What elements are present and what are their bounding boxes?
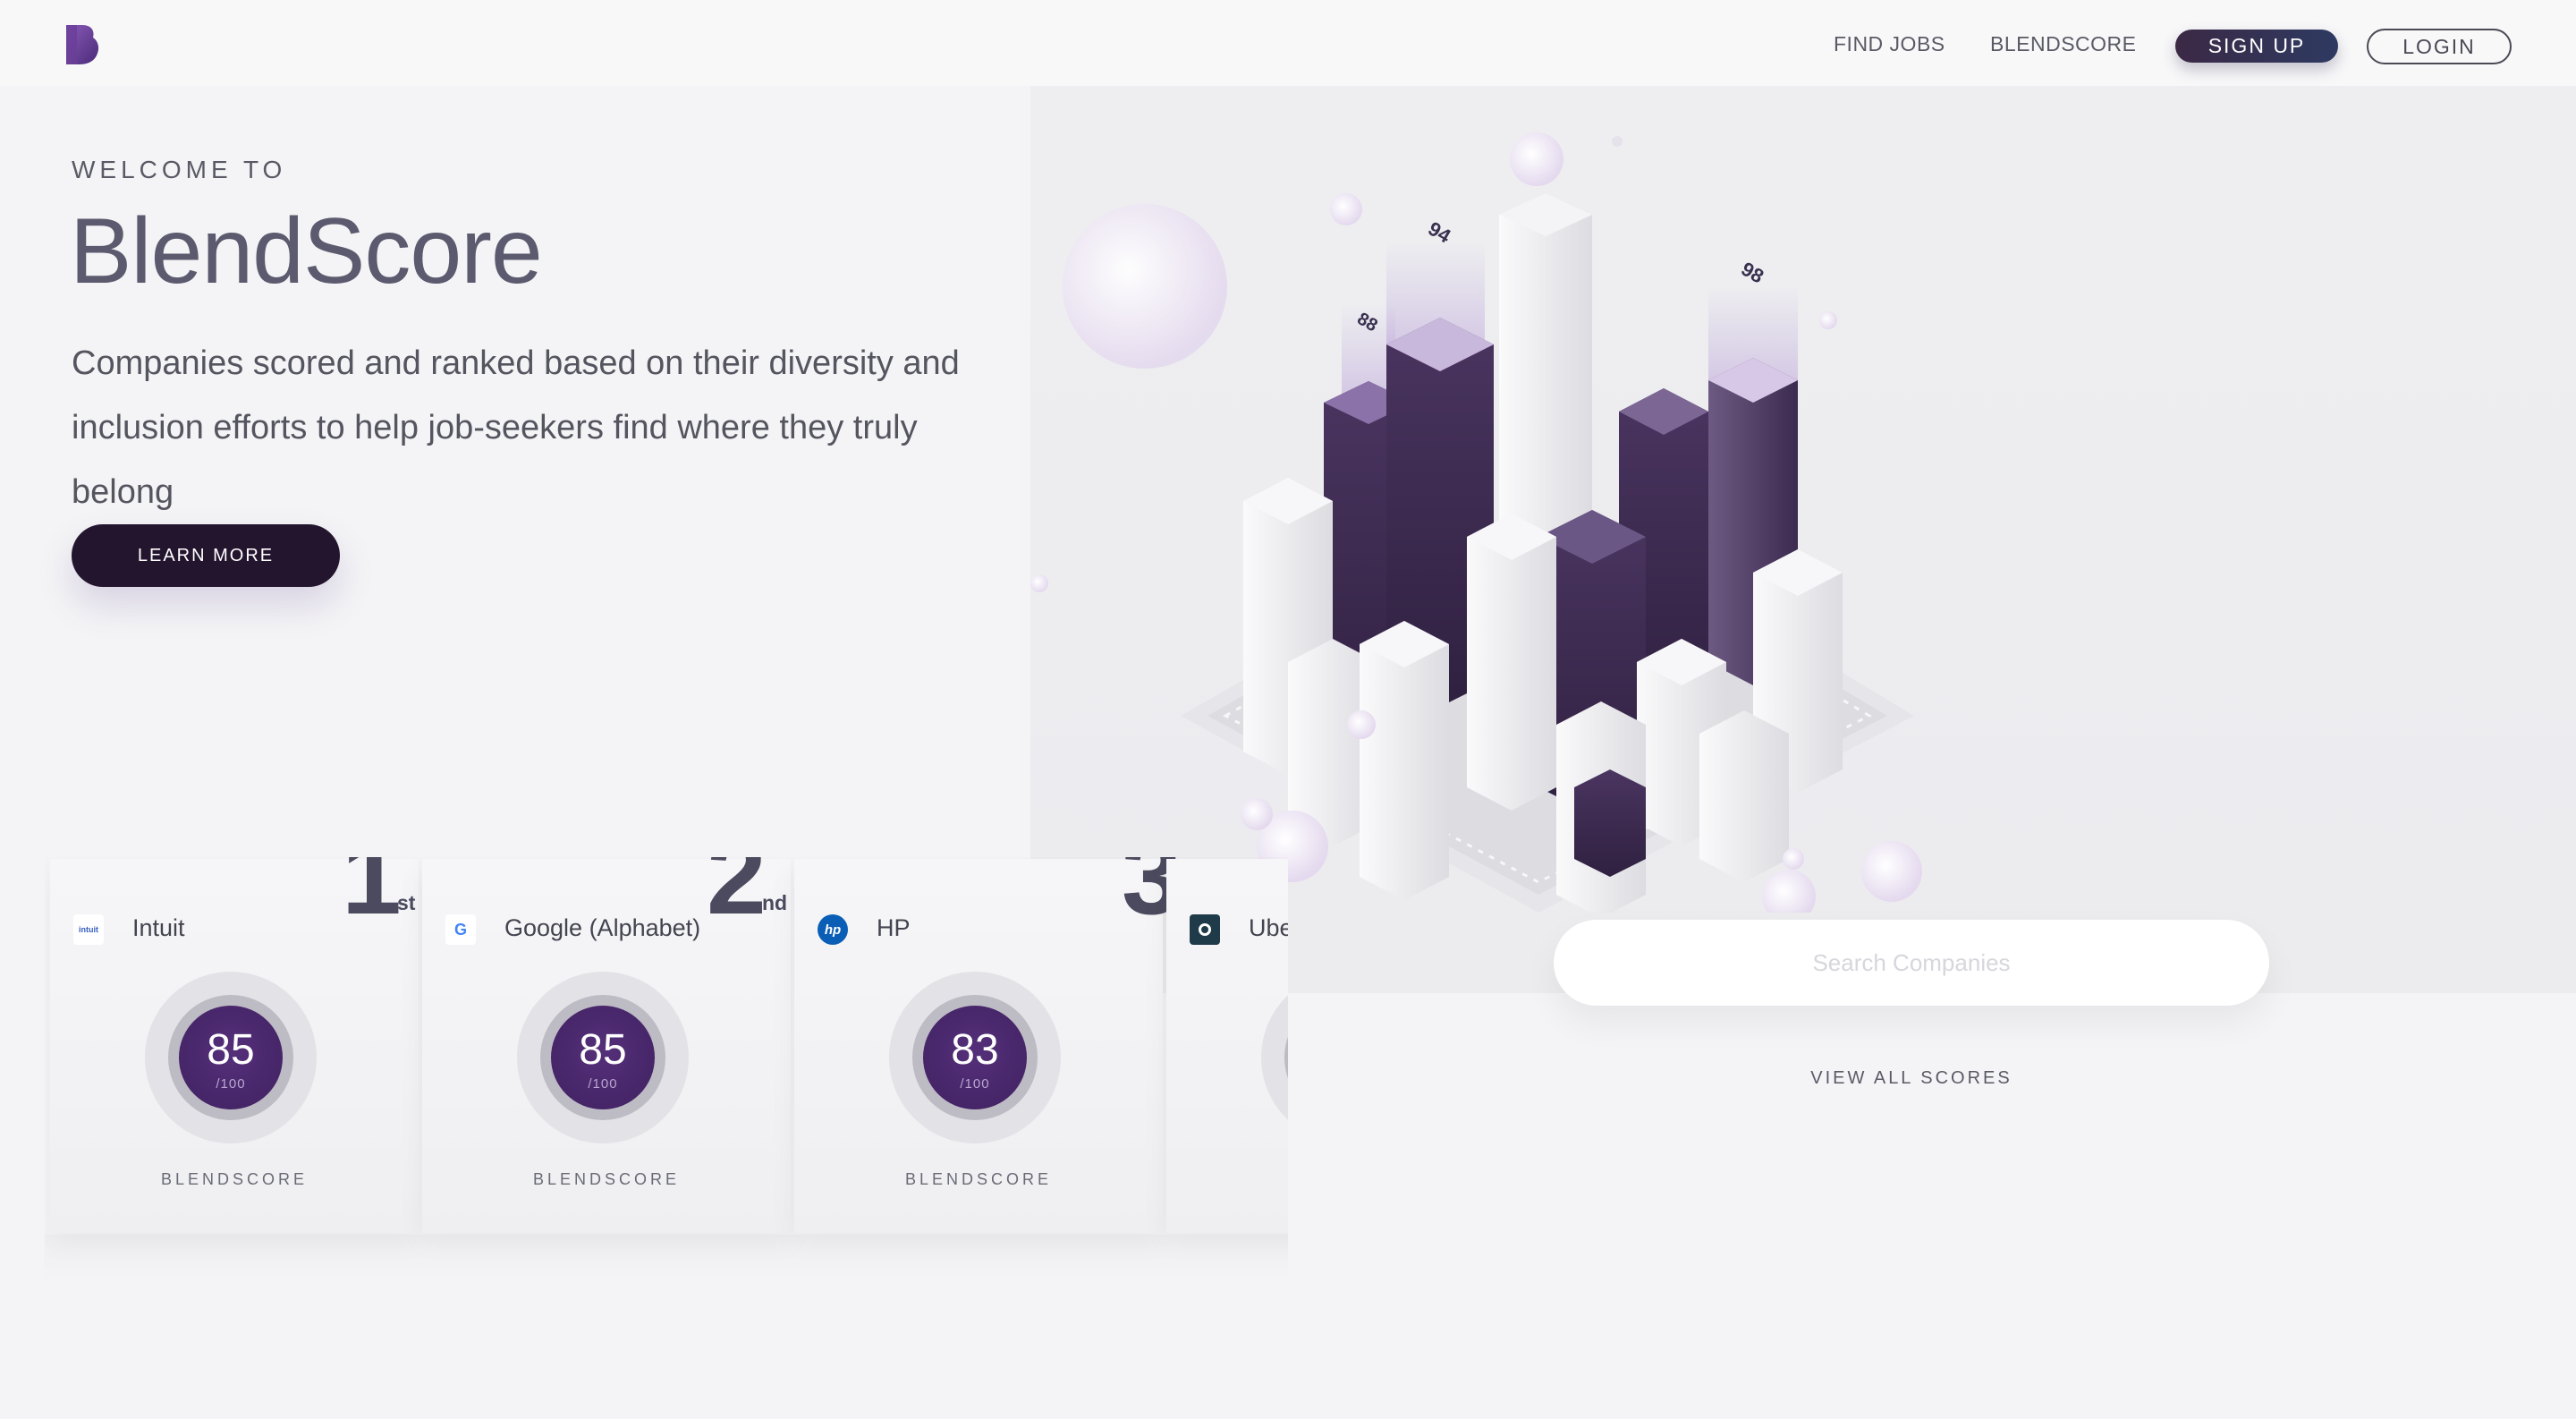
- score-ring: 85 /100: [145, 972, 317, 1143]
- hero-subtitle: Companies scored and ranked based on the…: [72, 344, 960, 511]
- score-ring: [1261, 972, 1288, 1143]
- score-ring: 85 /100: [517, 972, 689, 1143]
- b-logo-icon[interactable]: [63, 23, 100, 66]
- score-value: 85: [207, 1026, 255, 1074]
- learn-more-button[interactable]: LEARN MORE: [72, 524, 340, 587]
- company-name: Intuit: [132, 914, 185, 941]
- score-max: /100: [960, 1076, 990, 1092]
- rank-number: 2: [707, 857, 767, 937]
- welcome-label: WELCOME TO: [72, 156, 287, 183]
- top-companies-carousel: intuit Intuit 1 st 85 /100 BLENDSCORE G …: [45, 857, 1288, 1285]
- company-card-google[interactable]: G Google (Alphabet) 2 nd 85 /100 BLENDSC…: [422, 857, 791, 1233]
- company-name: HP: [877, 914, 911, 941]
- login-button[interactable]: LOGIN: [2367, 29, 2512, 64]
- company-card-hp[interactable]: hp HP 3 rd 83 /100 BLENDSCORE: [794, 857, 1199, 1233]
- company-card-uber[interactable]: Ube B: [1166, 859, 1288, 1233]
- blendscore-label: BLENDSCORE: [160, 1170, 309, 1188]
- view-all-scores-link[interactable]: VIEW ALL SCORES: [1554, 1068, 2269, 1089]
- rank-suffix: st: [397, 891, 416, 914]
- blendscore-label: BLENDSCORE: [532, 1170, 681, 1188]
- score-max: /100: [216, 1076, 246, 1092]
- nav-blendscore[interactable]: BLENDSCORE: [1990, 32, 2136, 56]
- blendscore-label: B: [1166, 1170, 1288, 1189]
- score-badge: 83 /100: [923, 1006, 1027, 1109]
- score-max: /100: [588, 1076, 618, 1092]
- page-title: BlendScore: [70, 200, 543, 303]
- company-card-intuit[interactable]: intuit Intuit 1 st 85 /100 BLENDSCORE: [50, 857, 419, 1233]
- search-companies-input[interactable]: [1554, 920, 2269, 1006]
- company-name: Google (Alphabet): [504, 914, 701, 941]
- building-score-label: 98: [1738, 258, 1768, 288]
- score-value: 83: [951, 1026, 999, 1074]
- google-logo-icon: G: [445, 914, 476, 945]
- top-navigation: FIND JOBS BLENDSCORE SIGN UP LOGIN: [0, 0, 2576, 86]
- intuit-logo-icon: intuit: [73, 914, 104, 945]
- score-badge: 85 /100: [551, 1006, 655, 1109]
- city-skyline-illustration: 88 94 98: [1030, 132, 1922, 913]
- rank-suffix: nd: [762, 891, 788, 914]
- hp-logo-icon: hp: [818, 914, 848, 945]
- uber-logo-icon: [1190, 914, 1220, 945]
- score-ring: 83 /100: [889, 972, 1061, 1143]
- company-name: Ube: [1249, 914, 1288, 941]
- rank-number: 1: [342, 857, 402, 937]
- blendscore-label: BLENDSCORE: [904, 1170, 1053, 1188]
- score-badge: 85 /100: [179, 1006, 283, 1109]
- nav-find-jobs[interactable]: FIND JOBS: [1834, 32, 1945, 56]
- sign-up-button[interactable]: SIGN UP: [2175, 30, 2338, 63]
- score-value: 85: [579, 1026, 627, 1074]
